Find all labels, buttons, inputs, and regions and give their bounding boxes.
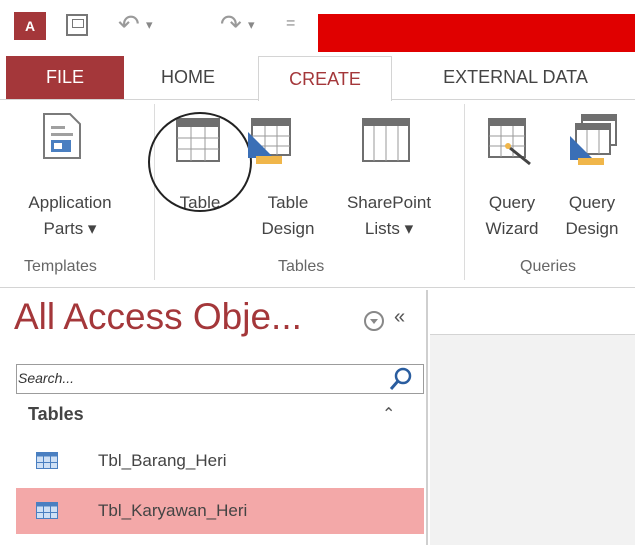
table-object-icon [36,452,58,469]
tab-external-data[interactable]: EXTERNAL DATA [396,56,635,99]
group-label-tables: Tables [278,258,325,275]
list-item-label: Tbl_Karyawan_Heri [98,501,248,520]
table-object-icon [36,502,58,519]
query-design-label: Query [568,193,616,212]
customize-qat-icon[interactable]: = [286,15,295,33]
table-design-button[interactable] [246,118,292,171]
application-parts-button[interactable] [42,112,82,165]
list-item-selected[interactable]: Tbl_Karyawan_Heri [16,488,424,534]
search-placeholder: Search... [18,370,75,386]
query-wizard-label: Query [488,193,536,212]
nav-section-label: Tables [28,404,84,424]
redo-icon[interactable]: ↷ [220,10,242,38]
redo-dropdown-icon[interactable]: ▾ [248,17,255,33]
query-design-label-2: Design [565,219,619,238]
save-icon[interactable] [66,14,88,36]
sharepoint-lists-label: SharePoint [346,193,432,212]
nav-pane-title[interactable]: All Access Obje... [14,296,302,338]
title-bar-redacted [318,14,635,52]
search-icon[interactable] [388,366,414,392]
group-label-queries: Queries [520,258,577,275]
list-item[interactable]: Tbl_Barang_Heri [16,438,424,484]
group-separator [154,104,155,280]
group-label-templates: Templates [24,258,97,275]
application-parts-label-2: Parts ▾ [43,219,97,238]
sharepoint-lists-label-2: Lists ▾ [364,219,414,238]
query-wizard-button[interactable] [488,118,534,171]
section-collapse-icon[interactable]: ⌃ [382,404,395,424]
query-wizard-label-2: Wizard [485,219,539,238]
table-design-icon [248,118,291,164]
tab-file[interactable]: FILE [6,56,124,99]
application-parts-label: Application [28,193,112,212]
quick-access-toolbar: A ↶ ▾ ↷ ▾ = [0,0,635,56]
query-wizard-icon [488,118,531,166]
group-separator-2 [464,104,465,280]
query-design-icon [570,114,617,165]
undo-icon[interactable]: ↶ [118,10,140,38]
undo-dropdown-icon[interactable]: ▾ [146,17,153,33]
table-design-label: Table [267,193,309,212]
shutter-bar-collapse-icon[interactable]: « [394,306,405,329]
workspace-header [430,290,635,335]
tab-home[interactable]: HOME [124,56,252,99]
sharepoint-lists-icon [362,118,410,162]
nav-menu-dropdown-icon[interactable] [364,311,384,331]
table-design-label-2: Design [261,219,315,238]
ribbon-tabs: FILE HOME CREATE EXTERNAL DATA [0,56,635,101]
navigation-pane: All Access Obje... « Search... Tables ⌃ … [8,290,428,545]
access-app-icon[interactable]: A [14,12,46,40]
search-input[interactable] [16,364,424,394]
application-parts-icon [43,113,81,159]
query-design-button[interactable] [568,114,618,171]
highlight-circle [148,112,252,212]
sharepoint-lists-button[interactable] [362,118,410,167]
tab-create[interactable]: CREATE [258,56,392,101]
list-item-label: Tbl_Barang_Heri [98,451,227,470]
